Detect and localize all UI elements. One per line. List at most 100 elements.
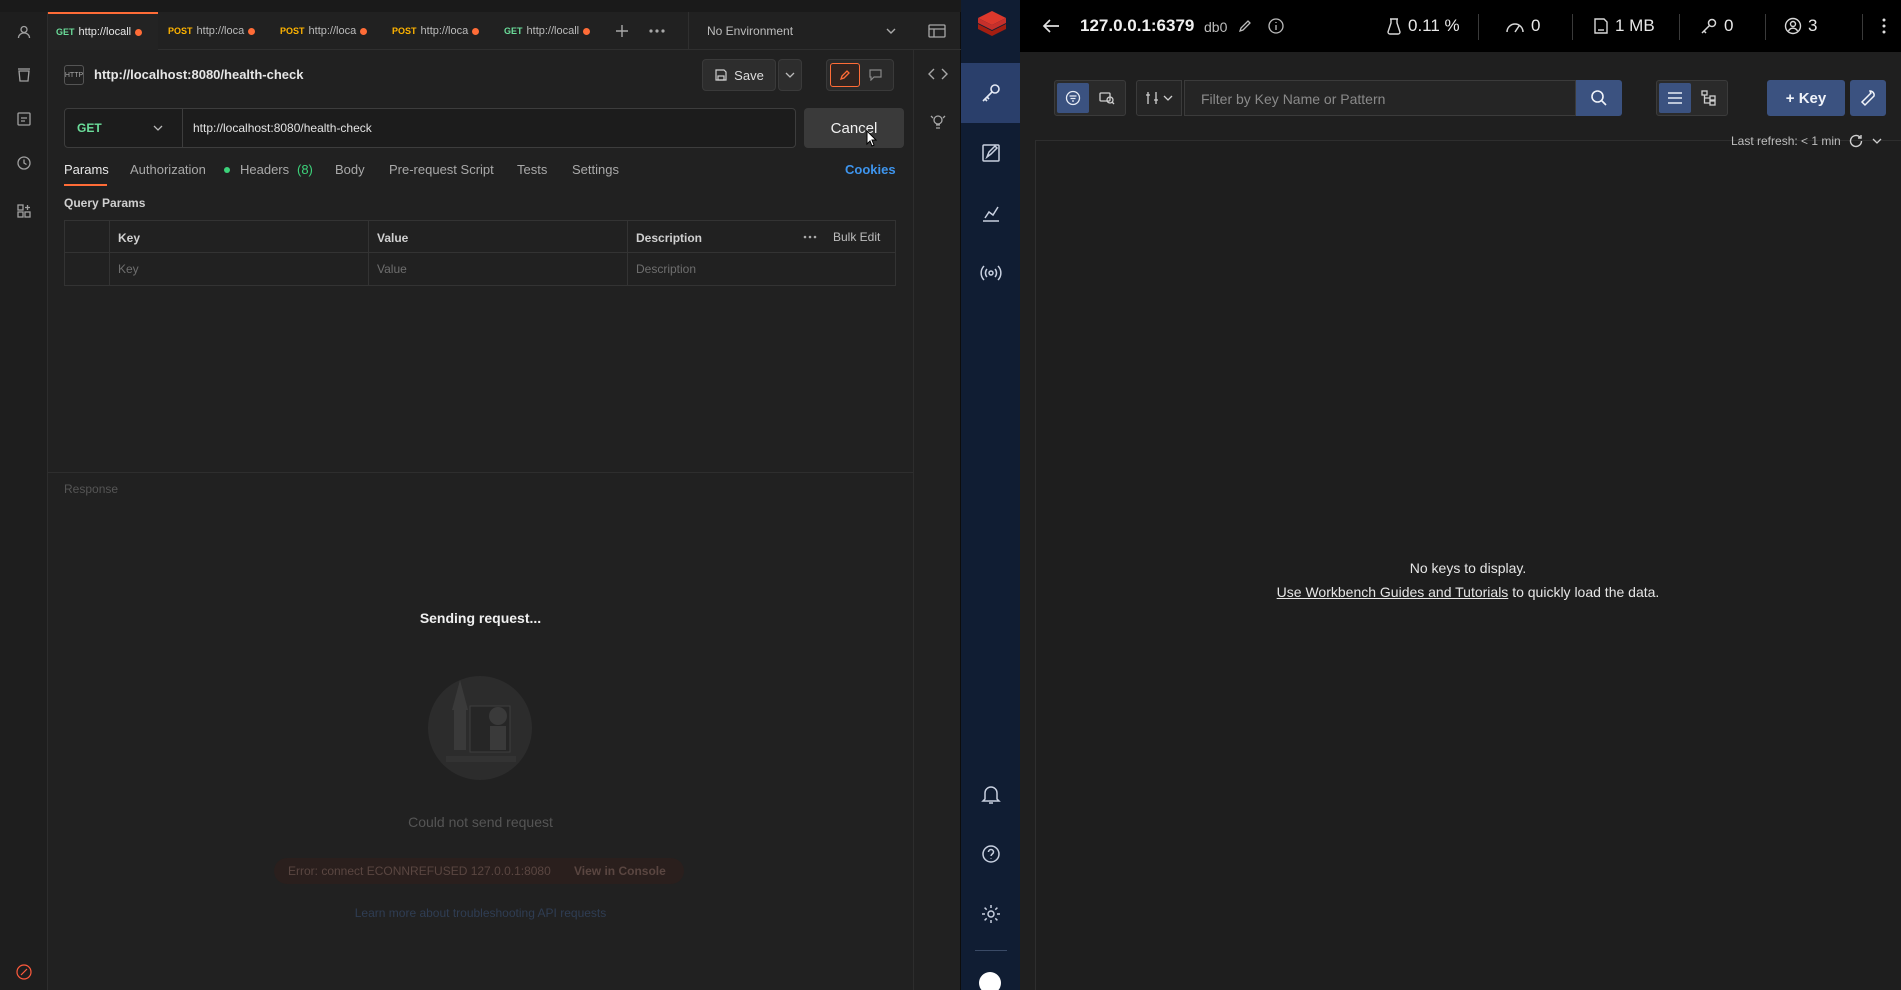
- tab-pre-request-script[interactable]: Pre-request Script: [389, 162, 494, 177]
- tab-url: http://loca: [420, 25, 469, 37]
- user-icon[interactable]: [12, 20, 36, 44]
- tab-tests[interactable]: Tests: [517, 162, 547, 177]
- tree-view-button[interactable]: [1693, 83, 1725, 113]
- keys-stat: 0: [1700, 16, 1733, 36]
- url-input[interactable]: http://localhost:8080/health-check: [193, 121, 372, 135]
- query-params-table: Key Value Description Bulk Edit Key Valu…: [64, 220, 896, 286]
- method-label: POST: [280, 26, 305, 36]
- chevron-down-icon: [1163, 95, 1173, 101]
- info-icon[interactable]: [1267, 17, 1285, 35]
- method-select[interactable]: GET: [65, 109, 183, 147]
- column-header-key: Key: [118, 231, 141, 245]
- type-filter-icon: [1146, 92, 1158, 104]
- error-banner: Error: connect ECONNREFUSED 127.0.0.1:80…: [274, 858, 684, 884]
- key-icon: [979, 81, 1003, 105]
- apps-icon[interactable]: [12, 199, 36, 223]
- request-tab[interactable]: POST http://loca: [384, 12, 494, 50]
- more-vertical-icon[interactable]: [1882, 18, 1886, 34]
- postman-window: GET http://locall POST http://loca POST …: [0, 0, 961, 990]
- bulk-edit-link[interactable]: Bulk Edit: [833, 230, 880, 244]
- empty-state-suffix: to quickly load the data.: [1508, 584, 1660, 600]
- new-tab-plus-icon[interactable]: [614, 23, 630, 39]
- cookies-link[interactable]: Cookies: [845, 162, 896, 177]
- workbench-icon[interactable]: [979, 141, 1003, 165]
- history-icon[interactable]: [12, 151, 36, 175]
- settings-gear-icon[interactable]: [979, 902, 1003, 926]
- redis-sidebar-rail: [961, 0, 1020, 990]
- cpu-icon: [1387, 18, 1401, 35]
- save-options-button[interactable]: [778, 59, 802, 91]
- tab-body[interactable]: Body: [335, 162, 365, 177]
- filter-mode-button[interactable]: [1057, 83, 1089, 113]
- unsaved-dot: [583, 27, 591, 35]
- comment-icon: [868, 69, 882, 81]
- chevron-down-icon[interactable]: [1872, 137, 1882, 145]
- empty-state-message: Use Workbench Guides and Tutorials to qu…: [1035, 584, 1901, 600]
- search-button[interactable]: [1576, 80, 1622, 116]
- error-message: Error: connect ECONNREFUSED 127.0.0.1:80…: [288, 864, 551, 878]
- param-value-input[interactable]: Value: [377, 262, 407, 276]
- edit-pencil-icon[interactable]: [1238, 19, 1252, 33]
- redis-logo-icon[interactable]: [975, 8, 1009, 42]
- tab-headers[interactable]: Headers: [240, 162, 289, 177]
- view-in-console-link[interactable]: View in Console: [574, 864, 666, 878]
- environment-label: No Environment: [707, 24, 794, 38]
- wrench-icon: [1860, 90, 1875, 107]
- chevron-down-icon: [785, 72, 795, 78]
- request-tab[interactable]: GET http://locall: [496, 12, 604, 50]
- edit-mode-button[interactable]: [830, 63, 860, 87]
- cancel-button[interactable]: Cancel: [804, 108, 904, 148]
- refresh-icon[interactable]: [1848, 133, 1864, 149]
- request-sub-tabs: Params Authorization Headers (8) Body Pr…: [64, 162, 904, 186]
- environment-selector[interactable]: No Environment: [688, 12, 958, 50]
- comments-button[interactable]: [860, 63, 890, 87]
- bell-icon[interactable]: [979, 782, 1003, 806]
- save-button[interactable]: Save: [702, 59, 776, 91]
- workbench-guides-link[interactable]: Use Workbench Guides and Tutorials: [1277, 584, 1509, 600]
- add-key-button[interactable]: + Key: [1767, 80, 1845, 116]
- response-heading: Response: [64, 482, 119, 496]
- request-tab[interactable]: GET http://locall: [48, 12, 158, 50]
- memory-value: 1 MB: [1615, 16, 1655, 35]
- request-tab[interactable]: POST http://loca: [272, 12, 382, 50]
- tab-url: http://loca: [196, 25, 245, 37]
- key-filter-input[interactable]: Filter by Key Name or Pattern: [1184, 80, 1576, 116]
- key-icon: [1701, 18, 1717, 34]
- database-host: 127.0.0.1:6379: [1080, 16, 1195, 35]
- more-options-icon[interactable]: [803, 234, 817, 240]
- could-not-send-text: Could not send request: [408, 814, 553, 830]
- param-description-input[interactable]: Description: [636, 262, 696, 276]
- search-mode-button[interactable]: [1091, 83, 1123, 113]
- troubleshooting-link[interactable]: Learn more about troubleshooting API req…: [48, 906, 913, 920]
- list-view-button[interactable]: [1659, 83, 1691, 113]
- key-type-filter[interactable]: [1136, 80, 1182, 116]
- pubsub-icon[interactable]: [979, 261, 1003, 285]
- postman-right-rail: [913, 50, 961, 990]
- param-key-input[interactable]: Key: [118, 262, 139, 276]
- help-icon[interactable]: [979, 842, 1003, 866]
- tab-settings[interactable]: Settings: [572, 162, 619, 177]
- search-icon: [1591, 90, 1607, 106]
- headers-count: (8): [297, 162, 313, 177]
- chevron-down-icon: [153, 125, 163, 131]
- lightbulb-icon[interactable]: [929, 113, 947, 131]
- environments-icon[interactable]: [12, 107, 36, 131]
- column-header-description: Description: [636, 231, 703, 245]
- pencil-icon: [839, 70, 850, 81]
- back-arrow-icon[interactable]: [1042, 18, 1060, 34]
- github-icon[interactable]: [979, 972, 1001, 990]
- more-tabs-icon[interactable]: [648, 23, 666, 39]
- tab-authorization[interactable]: Authorization: [130, 162, 206, 177]
- code-icon[interactable]: [928, 66, 948, 82]
- environment-quicklook-icon[interactable]: [928, 23, 946, 39]
- tab-params[interactable]: Params: [64, 162, 109, 177]
- empty-state-title: No keys to display.: [1409, 560, 1527, 576]
- collections-icon[interactable]: [12, 63, 36, 87]
- request-editor: HTTP http://localhost:8080/health-check …: [48, 50, 913, 990]
- workbench-tools-button[interactable]: [1850, 80, 1886, 116]
- request-tab[interactable]: POST http://loca: [160, 12, 270, 50]
- analytics-icon[interactable]: [979, 201, 1003, 225]
- view-mode-toggle: [1054, 80, 1126, 116]
- status-icon[interactable]: [12, 960, 36, 984]
- request-title[interactable]: http://localhost:8080/health-check: [94, 67, 304, 82]
